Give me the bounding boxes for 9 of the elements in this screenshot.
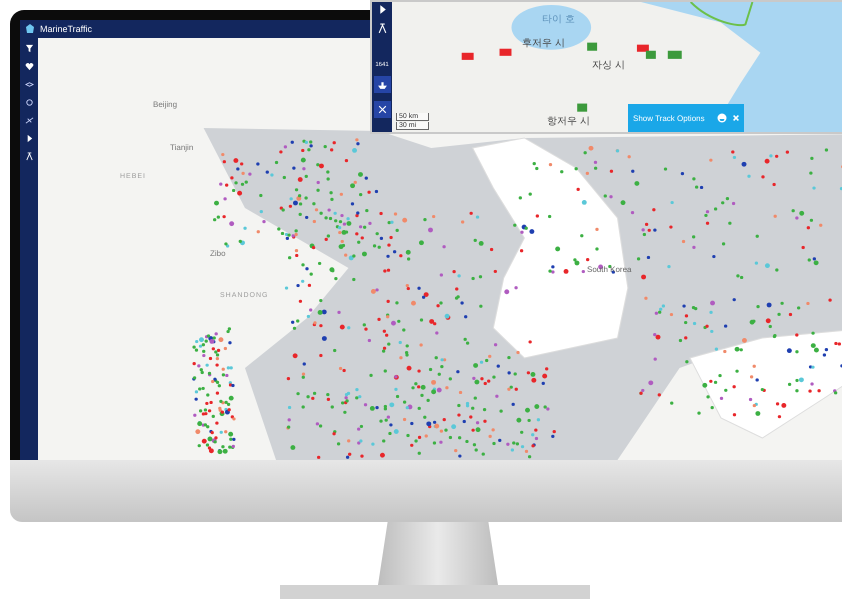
map-label: 후저우 시 (522, 37, 565, 50)
map-label: Zibo (210, 249, 226, 258)
map-label: 자싱 시 (592, 59, 625, 72)
map-label: Tianjin (170, 143, 194, 152)
app-title: MarineTraffic (40, 24, 92, 34)
map-label: 타이 호 (542, 13, 575, 26)
map-label: 항저우 시 (547, 115, 590, 128)
map-label: Beijing (153, 100, 178, 109)
map-label: South Korea (587, 265, 632, 274)
